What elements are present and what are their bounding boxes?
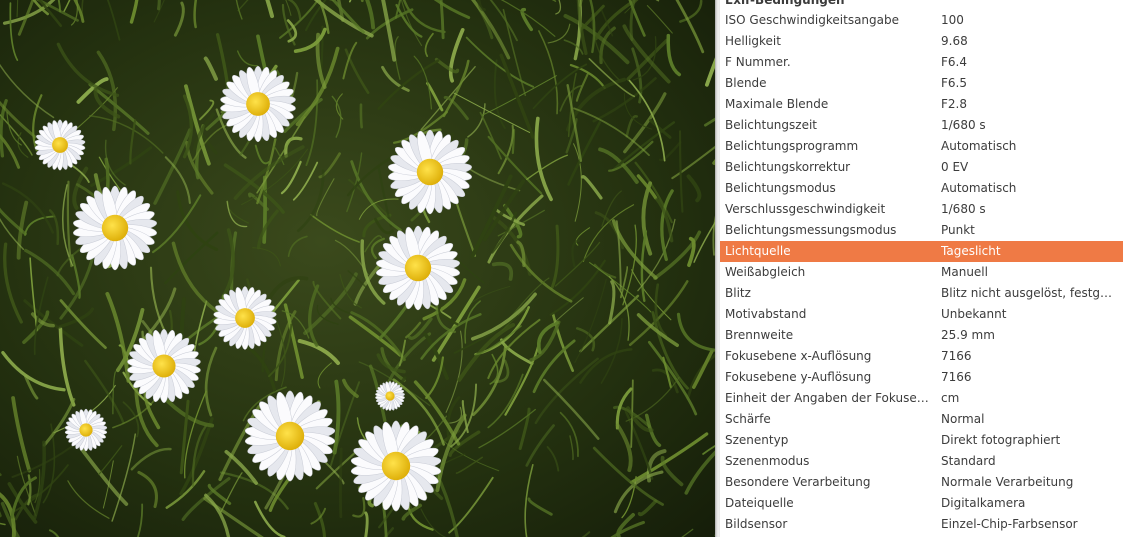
exif-row-key: Fokusebene y-Auflösung (725, 370, 872, 384)
exif-row[interactable]: Belichtungszeit 1/680 s (720, 115, 1123, 136)
exif-row-key: Blende (725, 76, 767, 90)
exif-row-key: Einheit der Angaben der Fokusebene (725, 391, 935, 405)
photo-preview (0, 0, 715, 537)
exif-row-key: Helligkeit (725, 34, 781, 48)
exif-row-value: 1/680 s (941, 202, 986, 216)
exif-row-value: Punkt (941, 223, 975, 237)
exif-row[interactable]: Schärfe Normal (720, 409, 1123, 430)
exif-row-key: Bildsensor (725, 517, 788, 531)
exif-row-value: Standard (941, 454, 996, 468)
exif-row[interactable]: Helligkeit 9.68 (720, 31, 1123, 52)
exif-row-key: Szenentyp (725, 433, 789, 447)
exif-row-key: Besondere Verarbeitung (725, 475, 871, 489)
exif-row-key: Brennweite (725, 328, 794, 342)
exif-properties-panel: Exif-Bedingungen ISO Geschwindigkeitsang… (720, 0, 1123, 537)
exif-row-value: 1/680 s (941, 118, 986, 132)
exif-row-key: Belichtungszeit (725, 118, 817, 132)
exif-row-value: Unbekannt (941, 307, 1007, 321)
exif-row-key: ISO Geschwindigkeitsangabe (725, 13, 899, 27)
exif-row-value: F6.4 (941, 55, 967, 69)
exif-row[interactable]: Szenenmodus Standard (720, 451, 1123, 472)
exif-row-key: Verschlussgeschwindigkeit (725, 202, 886, 216)
exif-row[interactable]: ISO Geschwindigkeitsangabe 100 (720, 10, 1123, 31)
exif-row-value: 0 EV (941, 160, 969, 174)
exif-row-key: Szenenmodus (725, 454, 810, 468)
exif-row-value: 100 (941, 13, 964, 27)
exif-row-value: cm (941, 391, 960, 405)
exif-row-value: 7166 (941, 370, 972, 384)
exif-row[interactable]: Motivabstand Unbekannt (720, 304, 1123, 325)
exif-row[interactable]: Bildsensor Einzel-Chip-Farbsensor (720, 514, 1123, 535)
exif-row-value: Normal (941, 412, 985, 426)
exif-row-key: Motivabstand (725, 307, 807, 321)
exif-row-key: Schärfe (725, 412, 771, 426)
exif-row[interactable]: Verschlussgeschwindigkeit 1/680 s (720, 199, 1123, 220)
exif-row-value: Einzel-Chip-Farbsensor (941, 517, 1078, 531)
exif-row-key: Blitz (725, 286, 751, 300)
exif-row-value: 9.68 (941, 34, 968, 48)
exif-row[interactable]: Belichtungsmodus Automatisch (720, 178, 1123, 199)
exif-row[interactable]: Belichtungskorrektur 0 EV (720, 157, 1123, 178)
exif-row[interactable]: Besondere Verarbeitung Normale Verarbeitu… (720, 472, 1123, 493)
exif-row-key: Belichtungsprogramm (725, 139, 859, 153)
exif-row-value: Manuell (941, 265, 988, 279)
exif-row[interactable]: Blende F6.5 (720, 73, 1123, 94)
exif-row[interactable]: Einheit der Angaben der Fokusebene cm (720, 388, 1123, 409)
exif-row-value: 25.9 mm (941, 328, 995, 342)
exif-row-key: Fokusebene x-Auflösung (725, 349, 872, 363)
exif-row-value: Direkt fotographiert (941, 433, 1061, 447)
exif-row-value: Blitz nicht ausgelöst, festgel… (941, 286, 1116, 300)
exif-row-key: Dateiquelle (725, 496, 794, 510)
exif-row-value: 7166 (941, 349, 972, 363)
exif-row[interactable]: Blitz Blitz nicht ausgelöst, festgel… (720, 283, 1123, 304)
exif-row-value: Automatisch (941, 181, 1017, 195)
exif-row-key: Belichtungskorrektur (725, 160, 851, 174)
exif-row[interactable]: Weißabgleich Manuell (720, 262, 1123, 283)
exif-row[interactable]: Belichtungsmessungsmodus Punkt (720, 220, 1123, 241)
exif-row-key: F Nummer. (725, 55, 791, 69)
exif-row-key: Lichtquelle (725, 244, 791, 258)
exif-row[interactable]: Dateiquelle Digitalkamera (720, 493, 1123, 514)
exif-row[interactable]: Brennweite 25.9 mm (720, 325, 1123, 346)
exif-row[interactable]: Maximale Blende F2.8 (720, 94, 1123, 115)
exif-row-key: Maximale Blende (725, 97, 829, 111)
exif-row-value: F2.8 (941, 97, 967, 111)
exif-row-value: Automatisch (941, 139, 1017, 153)
exif-row[interactable]: Szenentyp Direkt fotographiert (720, 430, 1123, 451)
exif-row[interactable]: Fokusebene y-Auflösung 7166 (720, 367, 1123, 388)
exif-row-value: Tageslicht (941, 244, 1001, 258)
exif-row[interactable]: Fokusebene x-Auflösung 7166 (720, 346, 1123, 367)
exif-row-value: Normale Verarbeitung (941, 475, 1074, 489)
exif-row-value: F6.5 (941, 76, 967, 90)
exif-row[interactable]: Belichtungsprogramm Automatisch (720, 136, 1123, 157)
exif-row-key: Weißabgleich (725, 265, 806, 279)
exif-list: ISO Geschwindigkeitsangabe 100 Helligkeit 9… (720, 10, 1123, 535)
exif-row-key: Belichtungsmessungsmodus (725, 223, 897, 237)
section-title: Exif-Bedingungen (725, 0, 845, 7)
exif-row-key: Belichtungsmodus (725, 181, 836, 195)
exif-row[interactable]: Lichtquelle Tageslicht (720, 241, 1123, 262)
exif-row[interactable]: F Nummer. F6.4 (720, 52, 1123, 73)
exif-row-value: Digitalkamera (941, 496, 1026, 510)
